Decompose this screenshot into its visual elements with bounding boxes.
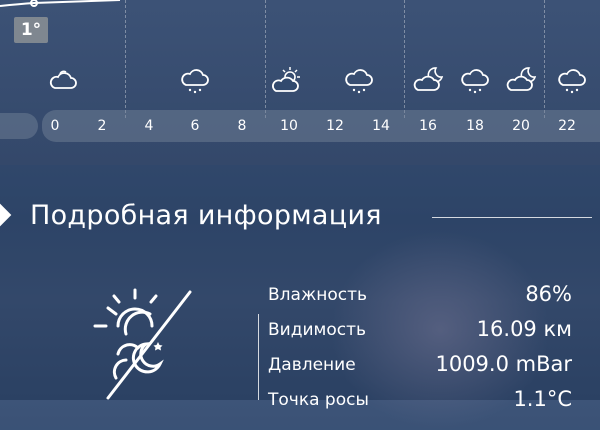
hour-label: 20 bbox=[512, 118, 530, 134]
visibility-row: Видимость 16.09 км bbox=[268, 317, 578, 350]
visibility-value: 16.09 км bbox=[476, 317, 572, 341]
hour-label: 10 bbox=[280, 118, 298, 134]
details-section-title: Подробная информация bbox=[30, 200, 382, 231]
hour-label: 22 bbox=[558, 118, 576, 134]
pressure-label: Давление bbox=[268, 355, 356, 375]
hour-label: 4 bbox=[144, 118, 154, 134]
section-arrow-icon bbox=[0, 203, 12, 227]
dew-point-label: Точка росы bbox=[268, 390, 369, 410]
day-night-weather-icon bbox=[93, 288, 192, 400]
rain-cloud-icon bbox=[181, 69, 209, 94]
hour-label: 14 bbox=[372, 118, 390, 134]
rain-cloud-icon bbox=[558, 69, 586, 94]
hour-guide-line bbox=[404, 0, 405, 118]
current-temp-badge: 1° bbox=[14, 17, 48, 43]
hour-label: 6 bbox=[190, 118, 200, 134]
hour-guide-line bbox=[265, 0, 266, 118]
hour-label: 8 bbox=[237, 118, 247, 134]
humidity-row: Влажность 86% bbox=[268, 282, 578, 315]
hour-label: 12 bbox=[326, 118, 344, 134]
cloud-icon bbox=[49, 70, 77, 89]
partly-cloudy-night-icon bbox=[506, 67, 537, 91]
dew-point-row: Точка росы 1.1°C bbox=[268, 387, 578, 420]
hour-label: 2 bbox=[97, 118, 107, 134]
pressure-value: 1009.0 mBar bbox=[435, 352, 572, 376]
rain-cloud-icon bbox=[345, 69, 373, 94]
dew-point-value: 1.1°C bbox=[513, 387, 572, 411]
timebar-scroll-left[interactable] bbox=[0, 113, 38, 139]
humidity-value: 86% bbox=[525, 282, 572, 306]
hour-guide-line bbox=[125, 0, 126, 118]
visibility-label: Видимость bbox=[268, 320, 367, 340]
partly-sunny-icon bbox=[272, 67, 300, 92]
pressure-row: Давление 1009.0 mBar bbox=[268, 352, 578, 385]
hour-guide-line bbox=[544, 0, 545, 118]
section-divider bbox=[432, 217, 592, 218]
hour-label: 16 bbox=[419, 118, 437, 134]
hour-label: 0 bbox=[50, 118, 60, 134]
rain-cloud-icon bbox=[461, 69, 489, 94]
details-vertical-divider bbox=[258, 314, 259, 400]
partly-cloudy-night-icon bbox=[413, 67, 444, 91]
hour-label: 18 bbox=[466, 118, 484, 134]
humidity-label: Влажность bbox=[268, 285, 368, 305]
